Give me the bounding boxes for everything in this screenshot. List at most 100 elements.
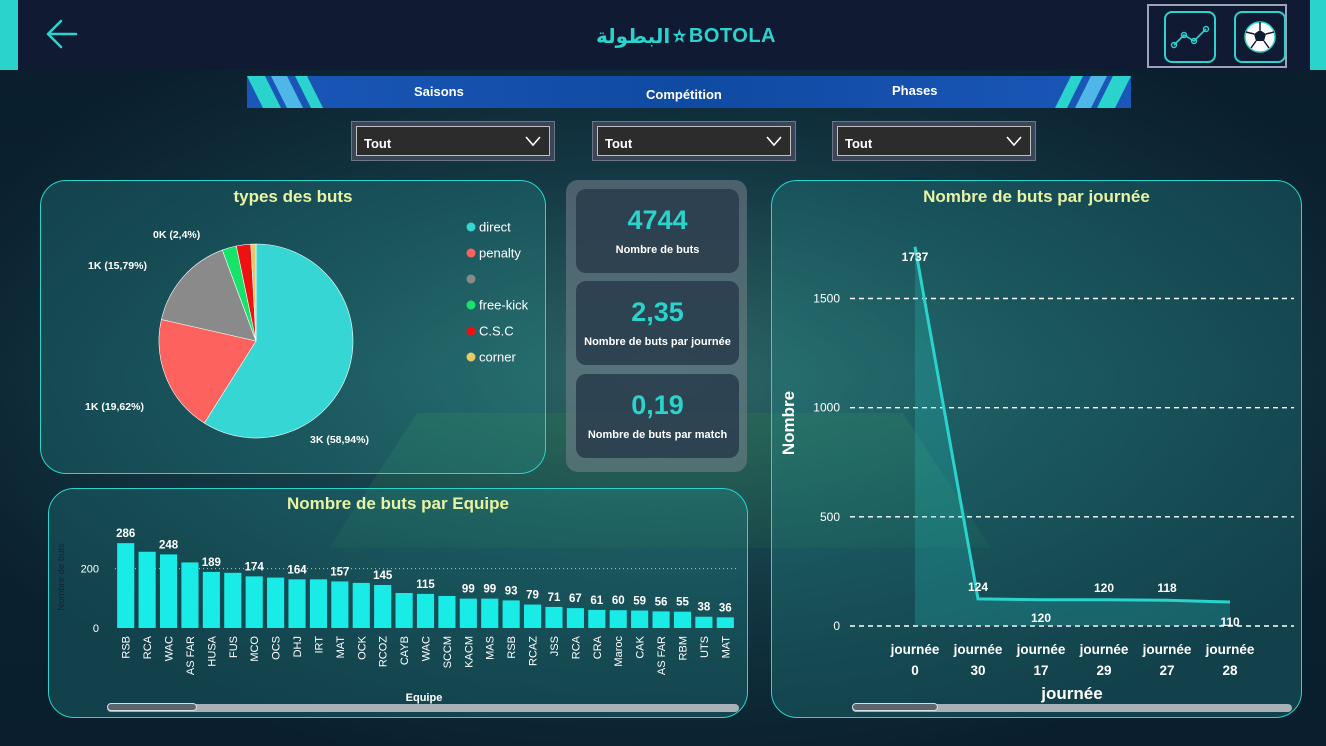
soccer-ball-button[interactable] [1234, 11, 1286, 63]
kpi-label: Nombre de buts [615, 244, 700, 256]
bar-data-label: 36 [719, 602, 732, 614]
y-tick-label: 1500 [813, 292, 840, 306]
soccer-ball-icon [1244, 21, 1276, 53]
point-data-label: 1737 [902, 250, 929, 264]
bar [502, 600, 520, 628]
bar [631, 610, 649, 628]
goal-types-panel: types des buts 3K (58,94%) 1K (19,62%) 1K … [40, 180, 546, 474]
x-tick-label: SCCM [442, 636, 454, 668]
bar [395, 592, 413, 628]
logo-text: BOTOLA [688, 24, 776, 47]
bar-data-label: 79 [526, 590, 539, 602]
bar [138, 551, 156, 628]
bar [716, 617, 734, 628]
phases-select[interactable]: Tout [837, 126, 1031, 156]
x-tick-label: journée [1079, 642, 1129, 657]
bar [524, 604, 542, 628]
round-chart-scroll-thumb[interactable] [852, 703, 938, 711]
round-area-chart: 0 500 1000 1500 1737 journée 0 124 journée 30 120 j… [779, 246, 1294, 703]
y-tick-label: 500 [820, 510, 840, 524]
y-tick-label: 200 [81, 564, 99, 576]
bar [673, 611, 692, 628]
pie-data-label: 1K (15,79%) [88, 260, 147, 272]
bar-data-label: 248 [159, 539, 179, 551]
legend-label: direct [479, 220, 511, 235]
bar [267, 577, 285, 628]
bar [117, 543, 135, 628]
kpi-card-total-goals: 4744 Nombre de buts [576, 189, 739, 273]
legend-marker [466, 300, 476, 310]
x-tick-label: 30 [970, 663, 985, 678]
bar-data-label: 99 [483, 584, 496, 596]
phases-dropdown: Tout [832, 121, 1036, 161]
phases-select-value: Tout [845, 136, 873, 151]
x-tick-label: MAT [720, 636, 732, 659]
bar [309, 579, 327, 628]
kpi-card-goals-per-match: 0,19 Nombre de buts par match [576, 374, 739, 458]
bar-data-label: 38 [697, 602, 710, 614]
bar-data-label: 56 [655, 596, 668, 608]
accent-bar-left [0, 0, 18, 70]
arrow-left-icon[interactable] [44, 16, 80, 52]
bar-data-label: 67 [569, 593, 582, 605]
x-tick-label: MCO [249, 636, 261, 662]
team-chart-scroll-thumb[interactable] [107, 703, 197, 711]
x-tick-label: 27 [1159, 663, 1174, 678]
bar [245, 576, 263, 628]
bar-data-label: 71 [548, 592, 561, 604]
team-bar-chart: 0 200 286 RSB RCA 248 WAC AS FAR 189 HUSA FUS 174 MC… [56, 528, 736, 704]
legend-marker [466, 248, 476, 258]
x-tick-label: journée [1142, 642, 1192, 657]
x-tick-label: AS FAR [185, 636, 197, 675]
bar [331, 581, 349, 628]
saisons-select[interactable]: Tout [356, 126, 550, 156]
bar-data-label: 145 [373, 570, 393, 582]
legend-marker [466, 274, 476, 284]
saisons-dropdown: Tout [351, 121, 555, 161]
bar-data-label: 115 [416, 579, 435, 591]
pie-data-label: 1K (19,62%) [85, 401, 144, 413]
kpi-value: 0,19 [631, 390, 684, 420]
bar [459, 598, 477, 628]
area-fill [915, 246, 1230, 626]
x-axis-title: Equipe [406, 692, 443, 704]
bar [695, 616, 713, 628]
bar [545, 606, 563, 628]
legend-marker [466, 352, 476, 362]
x-tick-label: RSB [506, 636, 518, 659]
point-data-label: 124 [968, 580, 988, 594]
bar [481, 598, 499, 628]
decorative-stripes-right [1055, 76, 1131, 108]
logo-arabic-text: البطولة [596, 24, 671, 48]
line-chart-icon [1170, 25, 1210, 49]
point-data-label: 118 [1157, 581, 1177, 595]
x-tick-label: JSS [549, 636, 561, 656]
filter-label-competition: Compétition [646, 87, 722, 102]
x-tick-label: WAC [421, 636, 433, 661]
bar [181, 562, 199, 628]
competition-select[interactable]: Tout [597, 126, 791, 156]
y-tick-label: 0 [833, 619, 840, 633]
bar [352, 582, 370, 628]
line-chart-button[interactable] [1164, 11, 1216, 63]
x-tick-label: RCAZ [528, 636, 540, 666]
x-tick-label: OCS [271, 636, 283, 660]
point-data-label: 120 [1031, 611, 1051, 625]
kpi-value: 2,35 [631, 297, 684, 327]
bar [224, 572, 242, 628]
pie-chart: 3K (58,94%) 1K (19,62%) 1K (15,79%) 0K (2,4… [85, 220, 529, 447]
x-tick-label: CRA [592, 635, 604, 659]
x-tick-label: 0 [911, 663, 919, 678]
legend-label: C.S.C [479, 324, 514, 339]
x-tick-label: RSB [121, 636, 133, 659]
x-tick-label: OCK [356, 635, 368, 660]
chevron-down-icon [766, 136, 782, 147]
bar-data-label: 59 [633, 595, 646, 607]
kpi-group: 4744 Nombre de buts 2,35 Nombre de buts … [566, 180, 747, 472]
kpi-label: Nombre de buts par match [587, 429, 728, 441]
bar-data-label: 99 [462, 584, 475, 596]
round-chart-scrollbar[interactable] [852, 703, 1292, 712]
x-tick-label: UTS [699, 636, 711, 658]
team-chart-scrollbar[interactable] [107, 703, 739, 712]
y-axis-title: Nombre [779, 391, 798, 455]
